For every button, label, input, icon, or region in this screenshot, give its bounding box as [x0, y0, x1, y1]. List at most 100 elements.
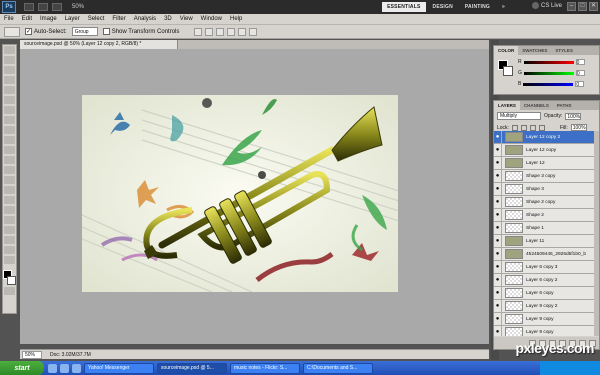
visibility-eye-icon[interactable]: ●	[494, 325, 502, 336]
layer-row[interactable]: ● Layer 12	[494, 156, 599, 170]
tab-layers[interactable]: LAYERS	[494, 101, 520, 110]
menu-edit[interactable]: Edit	[22, 16, 32, 22]
layer-row[interactable]: ● Layer 9 copy	[494, 312, 599, 326]
tab-paths[interactable]: PATHS	[553, 101, 576, 110]
tab-styles[interactable]: STYLES	[551, 46, 577, 55]
blue-slider[interactable]	[523, 82, 574, 86]
cs-live-button[interactable]: CS Live	[531, 2, 562, 9]
layer-row[interactable]: ● Shape 3	[494, 182, 599, 196]
zoom-level[interactable]: 50%	[72, 4, 84, 10]
auto-select-checkbox[interactable]	[25, 28, 32, 35]
3d-orbit-tool-icon[interactable]	[4, 236, 15, 244]
menu-analysis[interactable]: Analysis	[134, 16, 156, 22]
show-transform-checkbox[interactable]	[102, 28, 110, 35]
align-bottom-icon[interactable]	[216, 27, 225, 36]
align-left-icon[interactable]	[227, 27, 236, 36]
blur-tool-icon[interactable]	[4, 166, 15, 174]
pen-tool-icon[interactable]	[4, 186, 15, 194]
blend-mode-dropdown[interactable]: Multiply	[497, 112, 541, 120]
hand-tool-icon[interactable]	[4, 246, 15, 254]
menu-help[interactable]: Help	[230, 16, 242, 22]
menu-layer[interactable]: Layer	[65, 16, 80, 22]
bridge-icon[interactable]	[24, 3, 34, 11]
layer-row[interactable]: ● Layer 11	[494, 234, 599, 248]
quick-mask-icon[interactable]	[4, 287, 15, 295]
close-button[interactable]: ✕	[589, 2, 598, 11]
menu-window[interactable]: Window	[201, 16, 222, 22]
blue-value-field[interactable]: 0	[575, 81, 585, 88]
visibility-eye-icon[interactable]: ●	[494, 156, 502, 170]
crop-tool-icon[interactable]	[4, 86, 15, 94]
history-brush-tool-icon[interactable]	[4, 136, 15, 144]
healing-brush-tool-icon[interactable]	[4, 106, 15, 114]
visibility-eye-icon[interactable]: ●	[494, 195, 502, 209]
tab-color[interactable]: COLOR	[494, 46, 519, 55]
3d-rotate-tool-icon[interactable]	[4, 226, 15, 234]
workspace-more[interactable]: »	[497, 2, 510, 12]
fill-field[interactable]: 100%	[570, 124, 587, 131]
start-button[interactable]: start	[0, 361, 44, 375]
visibility-eye-icon[interactable]: ●	[494, 221, 502, 235]
layer-row[interactable]: ● Shape 2 copy	[494, 195, 599, 209]
visibility-eye-icon[interactable]: ●	[494, 312, 502, 326]
task-photoshop[interactable]: sourceimage.psd @ 5...	[157, 362, 227, 374]
quick-launch-icon-1[interactable]	[48, 363, 57, 373]
quick-select-tool-icon[interactable]	[4, 76, 15, 84]
document-tab[interactable]: sourceimage.psd @ 50% (Layer 12 copy 2, …	[20, 40, 178, 49]
layer-row[interactable]: ● Shape 2	[494, 208, 599, 222]
clone-stamp-tool-icon[interactable]	[4, 126, 15, 134]
mini-bridge-icon[interactable]	[38, 3, 48, 11]
layer-row[interactable]: ● Layer 9 copy 2	[494, 299, 599, 313]
green-slider[interactable]	[523, 71, 574, 75]
visibility-eye-icon[interactable]: ●	[494, 260, 502, 274]
auto-select-dropdown[interactable]: Group	[71, 27, 98, 36]
layer-row[interactable]: ● 4524509446_2926d5f1b0_b	[494, 247, 599, 261]
eraser-tool-icon[interactable]	[4, 146, 15, 154]
zoom-tool-icon[interactable]	[4, 256, 15, 264]
brush-tool-icon[interactable]	[4, 116, 15, 124]
tool-preset-picker[interactable]	[4, 26, 20, 37]
tab-swatches[interactable]: SWATCHES	[518, 46, 551, 55]
align-right-icon[interactable]	[249, 27, 258, 36]
visibility-eye-icon[interactable]: ●	[494, 247, 502, 261]
color-swatches[interactable]	[3, 270, 16, 286]
layer-row[interactable]: ● Layer 6 copy 3	[494, 260, 599, 274]
layer-row[interactable]: ● Layer 9 copy	[494, 325, 599, 336]
green-value-field[interactable]: 0	[575, 70, 585, 77]
lock-position-icon[interactable]	[529, 124, 536, 131]
minimize-button[interactable]: –	[567, 2, 576, 11]
red-slider[interactable]	[523, 60, 574, 64]
workspace-essentials[interactable]: ESSENTIALS	[382, 2, 426, 12]
gradient-tool-icon[interactable]	[4, 156, 15, 164]
move-tool-icon[interactable]	[4, 46, 15, 54]
visibility-eye-icon[interactable]: ●	[494, 234, 502, 248]
quick-launch-icon-2[interactable]	[60, 363, 69, 373]
hand-icon[interactable]	[52, 3, 62, 11]
visibility-eye-icon[interactable]: ●	[494, 131, 502, 144]
lock-all-icon[interactable]	[538, 124, 545, 131]
visibility-eye-icon[interactable]: ●	[494, 299, 502, 313]
tab-channels[interactable]: CHANNELS	[520, 101, 553, 110]
lasso-tool-icon[interactable]	[4, 66, 15, 74]
menu-3d[interactable]: 3D	[164, 16, 172, 22]
color-panel-background[interactable]	[503, 66, 513, 76]
lock-transparency-icon[interactable]	[511, 124, 518, 131]
dodge-tool-icon[interactable]	[4, 176, 15, 184]
workspace-design[interactable]: DESIGN	[428, 2, 458, 12]
quick-launch-icon-3[interactable]	[72, 363, 81, 373]
visibility-eye-icon[interactable]: ●	[494, 182, 502, 196]
task-explorer[interactable]: C:\Documents and S...	[303, 362, 373, 374]
opacity-field[interactable]: 100%	[565, 112, 582, 120]
document-canvas[interactable]	[82, 95, 398, 292]
menu-view[interactable]: View	[180, 16, 193, 22]
layer-row[interactable]: ● Shape 1	[494, 221, 599, 235]
red-value-field[interactable]: 0	[575, 59, 585, 66]
status-zoom-field[interactable]: 50%	[22, 350, 42, 359]
lock-pixels-icon[interactable]	[520, 124, 527, 131]
background-color-swatch[interactable]	[7, 276, 16, 285]
layer-row[interactable]: ● Shape 3 copy	[494, 169, 599, 183]
layer-row[interactable]: ● Layer 12 copy	[494, 143, 599, 157]
layers-scrollbar[interactable]	[594, 131, 599, 336]
align-top-icon[interactable]	[194, 27, 203, 36]
visibility-eye-icon[interactable]: ●	[494, 273, 502, 287]
